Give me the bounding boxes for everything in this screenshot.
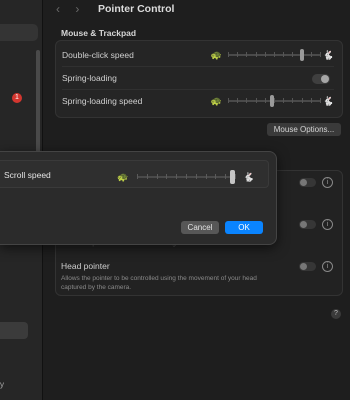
slider-tick	[215, 174, 217, 179]
head-pointer-description: Allows the pointer to be controlled usin…	[61, 275, 257, 291]
slider-tick	[255, 52, 257, 57]
slider-tick	[228, 98, 229, 103]
slider-tick	[137, 174, 138, 179]
slider-tick	[301, 98, 303, 103]
slider-tick	[146, 174, 148, 179]
slider-tick	[292, 52, 294, 57]
slider-tick	[237, 98, 239, 103]
slider-tick	[235, 174, 236, 179]
slider-tick	[255, 98, 257, 103]
sidebar-search-field[interactable]	[0, 24, 38, 41]
slider-tick	[195, 174, 197, 179]
mouse-options-button[interactable]: Mouse Options...	[267, 123, 341, 136]
spring-loading-row: Spring-loading	[62, 69, 334, 90]
ok-button[interactable]: OK	[225, 221, 263, 234]
double-click-speed-slider[interactable]	[228, 49, 321, 61]
slider-tick	[166, 174, 168, 179]
section-title: Mouse & Trackpad	[61, 28, 137, 38]
info-icon[interactable]: i	[322, 219, 333, 230]
option-toggle[interactable]	[299, 178, 316, 187]
notification-badge: 1	[12, 93, 22, 103]
page-title: Pointer Control	[98, 3, 175, 15]
slider-tick	[246, 52, 248, 57]
scroll-speed-slider[interactable]	[137, 170, 236, 184]
system-settings-window: 1 y ‹ › Pointer Control Mouse & Trackpad…	[0, 0, 350, 400]
turtle-icon: 🐢	[210, 50, 222, 60]
slider-tick	[264, 98, 266, 103]
help-icon[interactable]: ?	[331, 309, 341, 319]
slider-tick	[264, 52, 266, 57]
slider-tick	[274, 52, 275, 57]
slider-tick	[320, 52, 321, 57]
slider-tick	[237, 52, 239, 57]
slider-tick	[186, 174, 187, 179]
spring-loading-label: Spring-loading	[62, 73, 117, 83]
scroll-speed-label: Scroll speed	[4, 170, 51, 180]
slider-tick	[310, 98, 312, 103]
double-click-speed-label: Double-click speed	[62, 50, 134, 60]
slider-tick	[205, 174, 207, 179]
slider-tick	[246, 98, 248, 103]
double-click-speed-row: Double-click speed 🐢 🐇	[62, 46, 334, 67]
navigation-arrows: ‹ ›	[56, 2, 91, 16]
head-pointer-title: Head pointer	[61, 261, 110, 271]
slider-tick	[225, 174, 227, 179]
forward-icon[interactable]: ›	[75, 2, 79, 16]
mouse-trackpad-group: Double-click speed 🐢 🐇 Spring-loading Sp…	[55, 40, 343, 118]
slider-knob[interactable]	[270, 95, 275, 107]
option-toggle[interactable]	[299, 220, 316, 229]
head-pointer-toggle[interactable]	[299, 262, 316, 271]
sidebar-item-label-fragment: y	[0, 380, 4, 389]
slider-tick	[292, 98, 294, 103]
slider-tick	[310, 52, 312, 57]
spring-loading-speed-slider[interactable]	[228, 95, 321, 107]
slider-knob[interactable]	[230, 170, 235, 184]
scroll-speed-row: Scroll speed 🐢 🐇	[0, 160, 269, 188]
cancel-button[interactable]: Cancel	[181, 221, 219, 234]
slider-tick	[176, 174, 178, 179]
info-icon[interactable]: i	[322, 261, 333, 272]
slider-tick	[283, 98, 285, 103]
slider-tick	[320, 98, 321, 103]
hare-icon: 🐇	[322, 50, 334, 60]
spring-loading-speed-row: Spring-loading speed 🐢 🐇	[62, 92, 334, 112]
turtle-icon: 🐢	[117, 172, 129, 182]
slider-tick	[156, 174, 158, 179]
hare-icon: 🐇	[322, 96, 334, 106]
turtle-icon: 🐢	[210, 96, 222, 106]
info-icon[interactable]: i	[322, 177, 333, 188]
hare-icon: 🐇	[243, 172, 255, 182]
scroll-speed-sheet: Scroll speed 🐢 🐇 Cancel OK	[0, 151, 277, 245]
sidebar-item-selected[interactable]	[0, 322, 28, 339]
spring-loading-toggle[interactable]	[312, 74, 330, 84]
back-icon[interactable]: ‹	[56, 2, 60, 16]
slider-tick	[228, 52, 229, 57]
spring-loading-speed-label: Spring-loading speed	[62, 96, 143, 106]
slider-tick	[283, 52, 285, 57]
slider-knob[interactable]	[300, 49, 305, 61]
slider-tick	[274, 98, 275, 103]
